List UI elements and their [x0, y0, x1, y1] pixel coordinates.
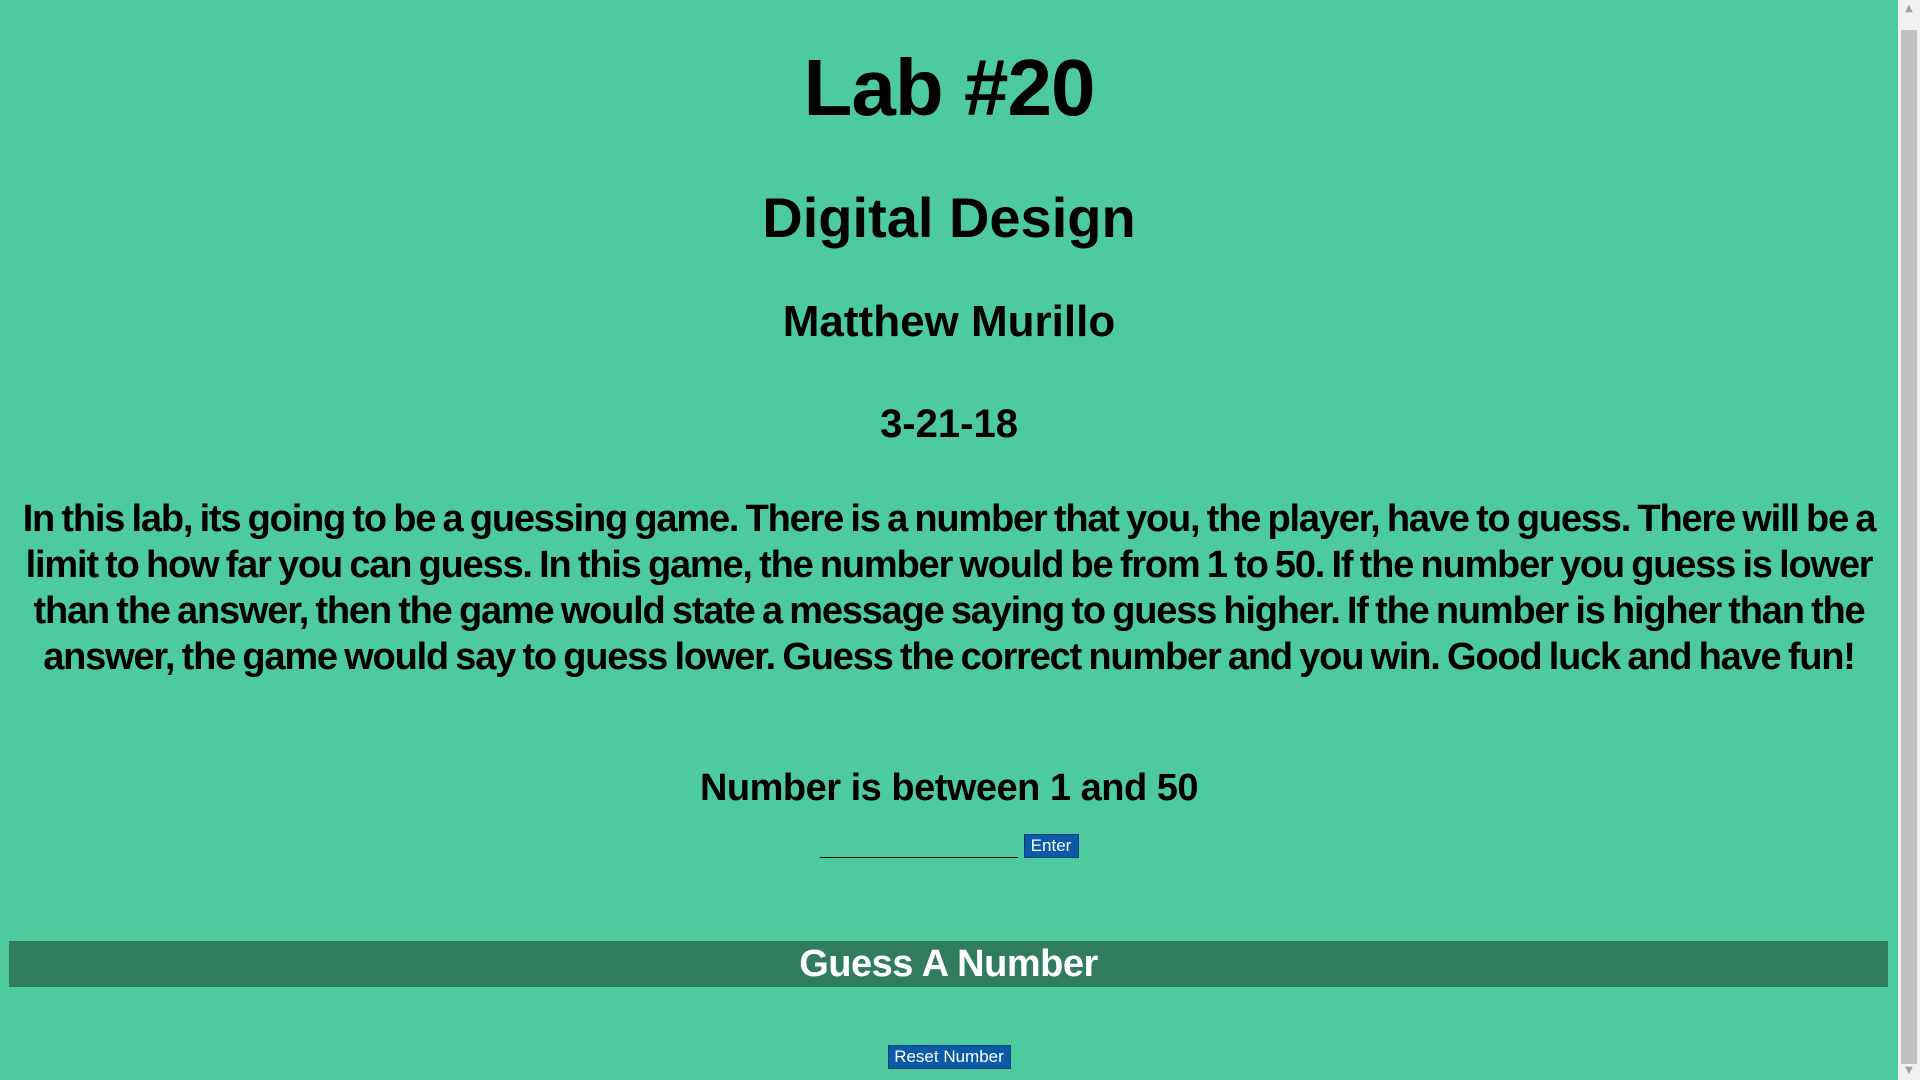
result-banner: Guess A Number — [9, 941, 1888, 987]
page-subtitle: Digital Design — [762, 186, 1136, 249]
page: Lab #20 Digital Design Matthew Murillo 3… — [0, 0, 1898, 1080]
page-title: Lab #20 — [803, 43, 1096, 132]
lab-description: In this lab, its going to be a guessing … — [22, 498, 1877, 678]
author-name: Matthew Murillo — [782, 297, 1116, 346]
lab-date: 3-21-18 — [880, 402, 1018, 446]
reset-number-button[interactable]: Reset Number — [887, 1045, 1011, 1069]
range-label: Number is between 1 and 50 — [699, 767, 1199, 809]
enter-button[interactable]: Enter — [1023, 834, 1079, 858]
reset-row: Reset Number — [0, 1045, 1898, 1069]
guess-input[interactable] — [819, 833, 1018, 858]
guess-form: Enter — [0, 830, 1898, 858]
scrollbar-thumb[interactable] — [1901, 30, 1917, 1064]
scroll-down-arrow-icon[interactable]: ▼ — [1898, 1062, 1920, 1080]
vertical-scrollbar[interactable]: ▲ ▼ — [1898, 0, 1920, 1080]
scroll-up-arrow-icon[interactable]: ▲ — [1898, 0, 1920, 18]
